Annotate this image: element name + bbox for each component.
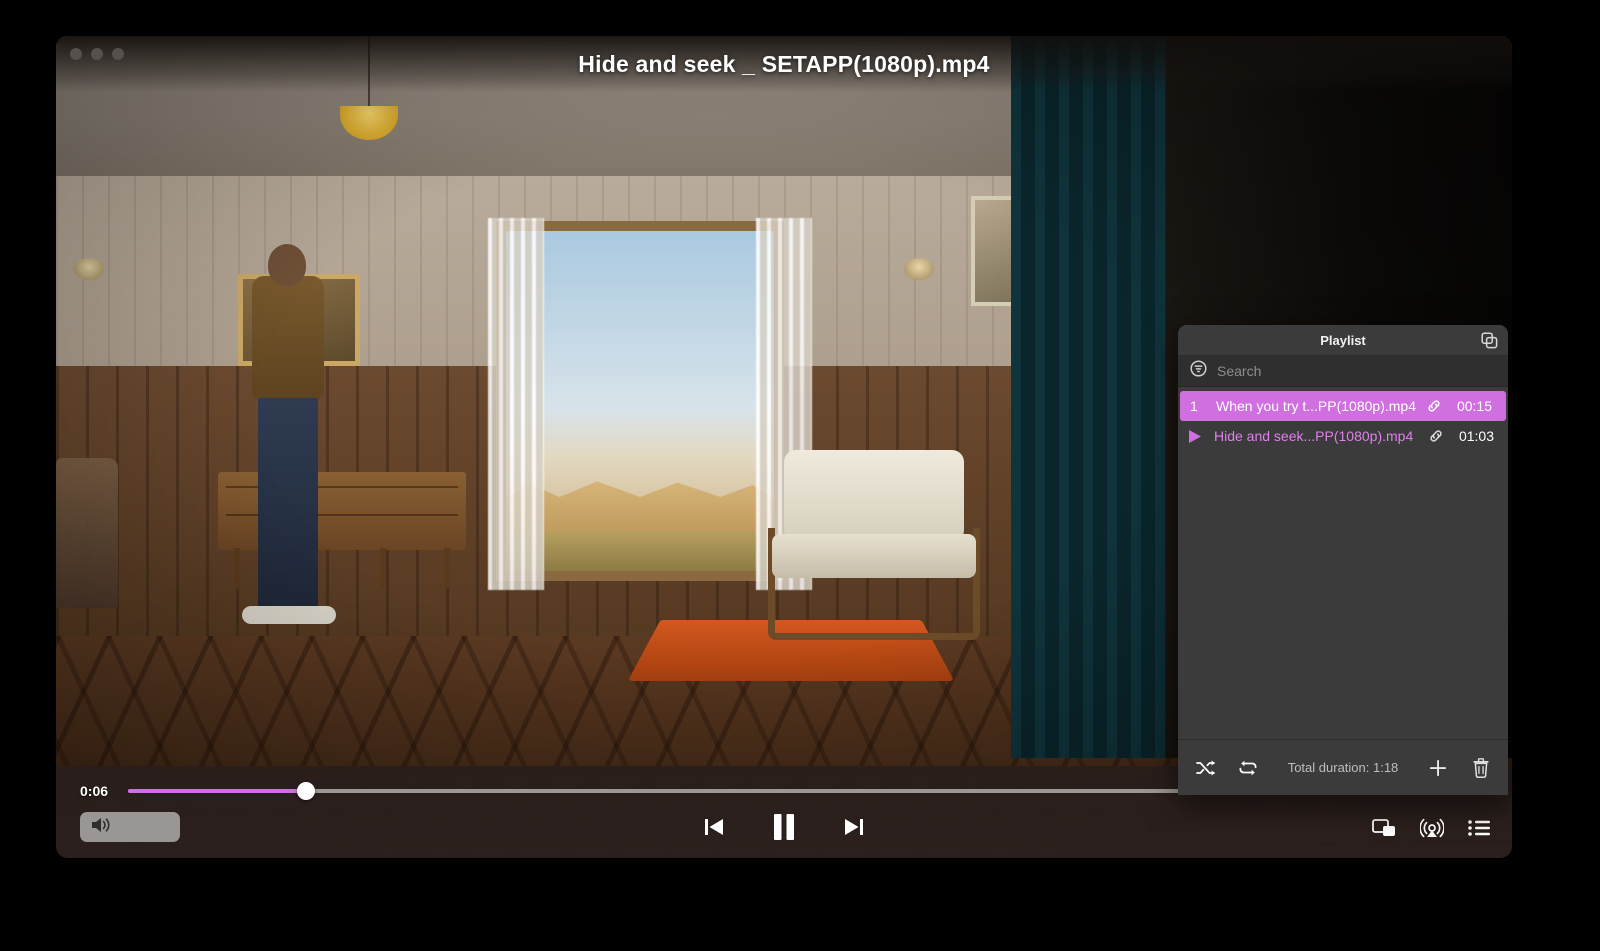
playlist-title: Playlist — [1320, 332, 1366, 348]
scene-armchair — [768, 450, 980, 640]
scene-person-legs — [258, 392, 318, 618]
playlist-row-2[interactable]: Hide and seek...PP(1080p).mp4 01:03 — [1178, 421, 1508, 451]
playlist-row-title: When you try t...PP(1080p).mp4 — [1216, 398, 1416, 414]
seek-knob[interactable] — [296, 782, 315, 800]
scene-person-torso — [252, 276, 324, 398]
playlist-header: Playlist — [1178, 325, 1508, 356]
duplicate-icon[interactable] — [1481, 332, 1498, 349]
scene-armchair-back — [784, 450, 964, 542]
playlist-items: 1 When you try t...PP(1080p).mp4 00:15 H… — [1178, 387, 1508, 739]
titlebar: Hide and seek _ SETAPP(1080p).mp4 — [56, 36, 1512, 92]
scene-person-head — [268, 244, 306, 286]
scene-person-shoes — [242, 606, 336, 624]
play-pause-button[interactable] — [763, 806, 805, 848]
playlist-panel: Playlist Search 1 When you try t...PP(10… — [1178, 325, 1508, 795]
scene-sideboard — [218, 472, 466, 550]
scene-chair-left — [56, 458, 118, 608]
scene-grass — [506, 531, 774, 571]
page-title: Hide and seek _ SETAPP(1080p).mp4 — [578, 51, 990, 77]
seek-progress-fill — [128, 789, 306, 793]
playlist-icon[interactable] — [1468, 819, 1490, 837]
trash-icon[interactable] — [1472, 757, 1490, 778]
next-track-button[interactable] — [837, 810, 871, 844]
playlist-row-title: Hide and seek...PP(1080p).mp4 — [1214, 428, 1414, 444]
scene-wall-sconce-left — [74, 258, 104, 280]
now-playing-icon — [1188, 429, 1214, 444]
playlist-row-duration: 01:03 — [1458, 428, 1494, 444]
scene-wall-sconce-right — [904, 258, 934, 280]
scene-curtain-left — [488, 218, 544, 590]
transport-controls — [56, 806, 1512, 848]
playlist-row-index: 1 — [1190, 398, 1198, 414]
link-icon[interactable] — [1424, 428, 1448, 444]
plus-icon[interactable] — [1428, 758, 1448, 778]
previous-track-button[interactable] — [697, 810, 731, 844]
picture-in-picture-icon[interactable] — [1372, 818, 1396, 838]
playlist-search-row[interactable]: Search — [1178, 356, 1508, 387]
airplay-icon[interactable] — [1419, 816, 1445, 840]
player-right-icons — [1372, 816, 1490, 840]
search-input[interactable]: Search — [1217, 363, 1261, 379]
shuffle-icon[interactable] — [1196, 759, 1216, 777]
playlist-row-1[interactable]: 1 When you try t...PP(1080p).mp4 00:15 — [1180, 391, 1506, 421]
link-icon[interactable] — [1422, 398, 1446, 414]
scene-teal-drape — [1011, 36, 1176, 758]
filter-icon[interactable] — [1190, 360, 1207, 382]
playlist-footer: Total duration: 1:18 — [1178, 739, 1508, 795]
repeat-icon[interactable] — [1238, 759, 1258, 777]
playlist-row-duration: 00:15 — [1456, 398, 1492, 414]
current-time-label: 0:06 — [80, 783, 109, 799]
scene-armchair-seat — [772, 534, 976, 578]
